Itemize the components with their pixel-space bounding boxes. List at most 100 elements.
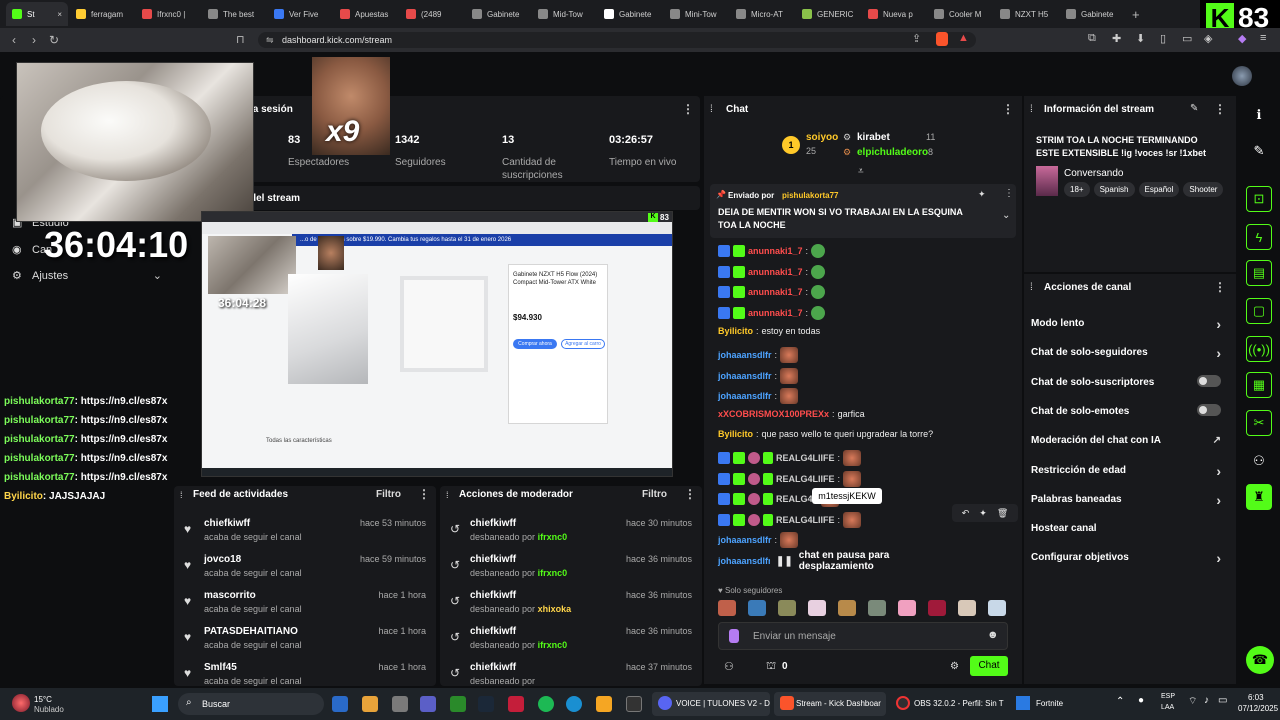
mod-actions-filter[interactable]: Filtro [642,489,667,500]
chat-message[interactable]: johaaansdlfr: [718,388,799,405]
chat-message[interactable]: johaaansdlfr: [718,367,799,384]
category-name[interactable]: Conversando [1064,168,1123,179]
brave-rewards-icon[interactable]: ▲ [958,32,969,44]
app-icon-riot[interactable] [508,696,524,712]
mod-action-item[interactable]: ↺ chiefkiwff desbaneado por ifrxnc0 hace 36… [440,554,702,590]
chat-username[interactable]: REALG4LIIFE [776,474,835,484]
brave-shields-icon[interactable] [936,32,948,46]
chat-username[interactable]: Byilicito [718,429,753,439]
language-code[interactable]: ESP [1161,693,1175,700]
chat-username[interactable]: johaaansdlfr [718,371,772,381]
quick-emote-icon[interactable] [778,600,796,616]
app-icon-spotify[interactable] [538,696,554,712]
app-icon-teams[interactable] [420,696,436,712]
browser-tab[interactable]: Apuestas [334,2,398,26]
browser-tab[interactable]: Gabinete [466,2,530,26]
group-icon[interactable]: ⚇ [1246,448,1272,474]
activity-feed-filter[interactable]: Filtro [376,489,401,500]
chat-username[interactable]: anunnaki1_7 [748,287,803,297]
activity-feed-drag-icon[interactable]: ⁞ [180,490,183,500]
browser-tab[interactable]: Mini-Tow [664,2,728,26]
chat-settings-icon[interactable]: ⚙ [950,661,959,672]
chat-drag-icon[interactable]: ⁞ [710,104,713,115]
channel-action-item[interactable]: Moderación del chat con IA ↗ [1031,435,1229,446]
mod-action-item[interactable]: ↺ chiefkiwff desbaneado por ifrxnc0 hace 30… [440,518,702,554]
chat-username[interactable]: REALG4 [776,494,813,504]
supporter-2-name[interactable]: kirabet [857,132,890,143]
mod-action-item[interactable]: ↺ chiefkiwff desbaneado por ifrxnc0 hace 36… [440,626,702,662]
taskbar-fortnite[interactable]: Fortnite [1012,692,1082,716]
camera-tool-icon[interactable]: ⊡ [1246,186,1272,212]
activity-user[interactable]: chiefkiwff [204,518,250,529]
app-icon-xbox[interactable] [450,696,466,712]
channel-actions-drag-icon[interactable]: ⁞ [1030,282,1033,293]
mic-icon[interactable] [729,629,739,643]
mod-action-item[interactable]: ↺ chiefkiwff desbaneado por xhixoka hace 36… [440,590,702,626]
browser-tab[interactable]: NZXT H5 [994,2,1058,26]
taskbar-obs[interactable]: OBS 32.0.2 - Perfil: Sin T [892,692,1008,716]
mod-action-item[interactable]: ↺ chiefkiwff desbaneado por hace 37 minuto… [440,662,702,686]
taskbar-discord[interactable]: VOICE | TULONES V2 - D [652,692,770,716]
chat-username[interactable]: Byilicito [718,326,753,336]
browser-tab[interactable]: GENERIC [796,2,860,26]
browser-tab[interactable]: Nueva p [862,2,926,26]
chat-message[interactable]: johaaansdlfr: [718,347,799,363]
browser-tab[interactable]: St × [6,2,68,26]
chat-message[interactable]: anunnaki1_7: [718,305,826,320]
supporter-3-name[interactable]: elpichuladeoro [857,147,928,158]
browser-tab[interactable]: Gabinete [1060,2,1124,26]
chat-message[interactable]: johaaansdlfr: [718,532,799,549]
chat-username[interactable]: johaaansdlfr [718,391,772,401]
wallet-icon[interactable]: ▭ [1182,32,1192,45]
browser-tab[interactable]: Micro-AT [730,2,794,26]
activity-feed-item[interactable]: ♥ jovco18 acaba de seguir el canal hace 59 … [174,554,436,590]
chat-menu-icon[interactable]: ⋮ [1002,102,1014,116]
toggle-switch[interactable] [1197,374,1221,387]
chat-message[interactable]: anunnaki1_7: [718,264,826,279]
new-tab-button[interactable]: + [1126,7,1146,22]
app-icon-outlook[interactable] [332,696,348,712]
expand-leaderboard-icon[interactable]: ⩡ [858,166,864,177]
channel-action-item[interactable]: Palabras baneadas › [1031,492,1229,508]
app-icon-terminal[interactable] [626,696,642,712]
stats-menu-icon[interactable]: ⋮ [682,102,694,116]
quick-emote-icon[interactable] [718,600,736,616]
chat-message[interactable]: Byilicito: estoy en todas [718,326,820,336]
chat-username[interactable]: anunnaki1_7 [748,267,803,277]
mod-target-user[interactable]: chiefkiwff [470,626,516,637]
wrench-icon[interactable]: ✂ [1246,410,1272,436]
tray-chevron-icon[interactable]: ⌃ [1116,696,1124,707]
channel-action-item[interactable]: Restricción de edad › [1031,463,1229,479]
pinned-menu-icon[interactable]: ⋮ [1004,188,1014,199]
mod-actions-drag-icon[interactable]: ⁞ [446,490,449,500]
sidebar-icon[interactable]: ▯ [1160,32,1166,45]
mod-target-user[interactable]: chiefkiwff [470,590,516,601]
chat-username[interactable]: johaaansdlfr [718,556,772,566]
app-icon-copilot[interactable] [362,696,378,712]
pinned-by-user[interactable]: pishulakorta77 [782,191,838,200]
users-icon[interactable]: ⚇ [724,660,734,673]
chat-message[interactable]: REALG4LIIFE: [718,511,862,528]
chat-message[interactable]: xXCOBRISMOX100PREXx: garfica [718,409,865,419]
document-icon[interactable]: ▤ [1246,260,1272,286]
quick-emote-icon[interactable] [838,600,856,616]
unpin-icon[interactable]: ✦ [978,189,986,200]
extensions-icon[interactable]: ⧉ [1088,32,1096,45]
taskbar-search[interactable]: ⌕ Buscar [178,693,324,715]
chat-username[interactable]: REALG4LIIFE [776,515,835,525]
vpn-icon[interactable]: ◈ [1204,32,1212,45]
quick-emote-icon[interactable] [898,600,916,616]
channel-action-item[interactable]: Chat de solo-emotes [1031,403,1229,417]
activity-user[interactable]: PATASDEHAITIANO [204,626,298,637]
browser-tab[interactable]: The best [202,2,266,26]
chat-username[interactable]: REALG4LIIFE [776,453,835,463]
chat-message[interactable]: anunnaki1_7: [718,244,826,258]
puzzle-icon[interactable]: ✚ [1112,32,1121,45]
emoji-icon[interactable]: ☻ [987,629,999,641]
app-icon-steam[interactable] [478,696,494,712]
info-icon[interactable]: ℹ [1246,102,1272,128]
browser-tab[interactable]: Ifrxnc0 | [136,2,200,26]
mic-tray-icon[interactable]: ● [1138,695,1144,706]
activity-user[interactable]: mascorrito [204,590,256,601]
reload-icon[interactable]: ↻ [44,33,64,47]
